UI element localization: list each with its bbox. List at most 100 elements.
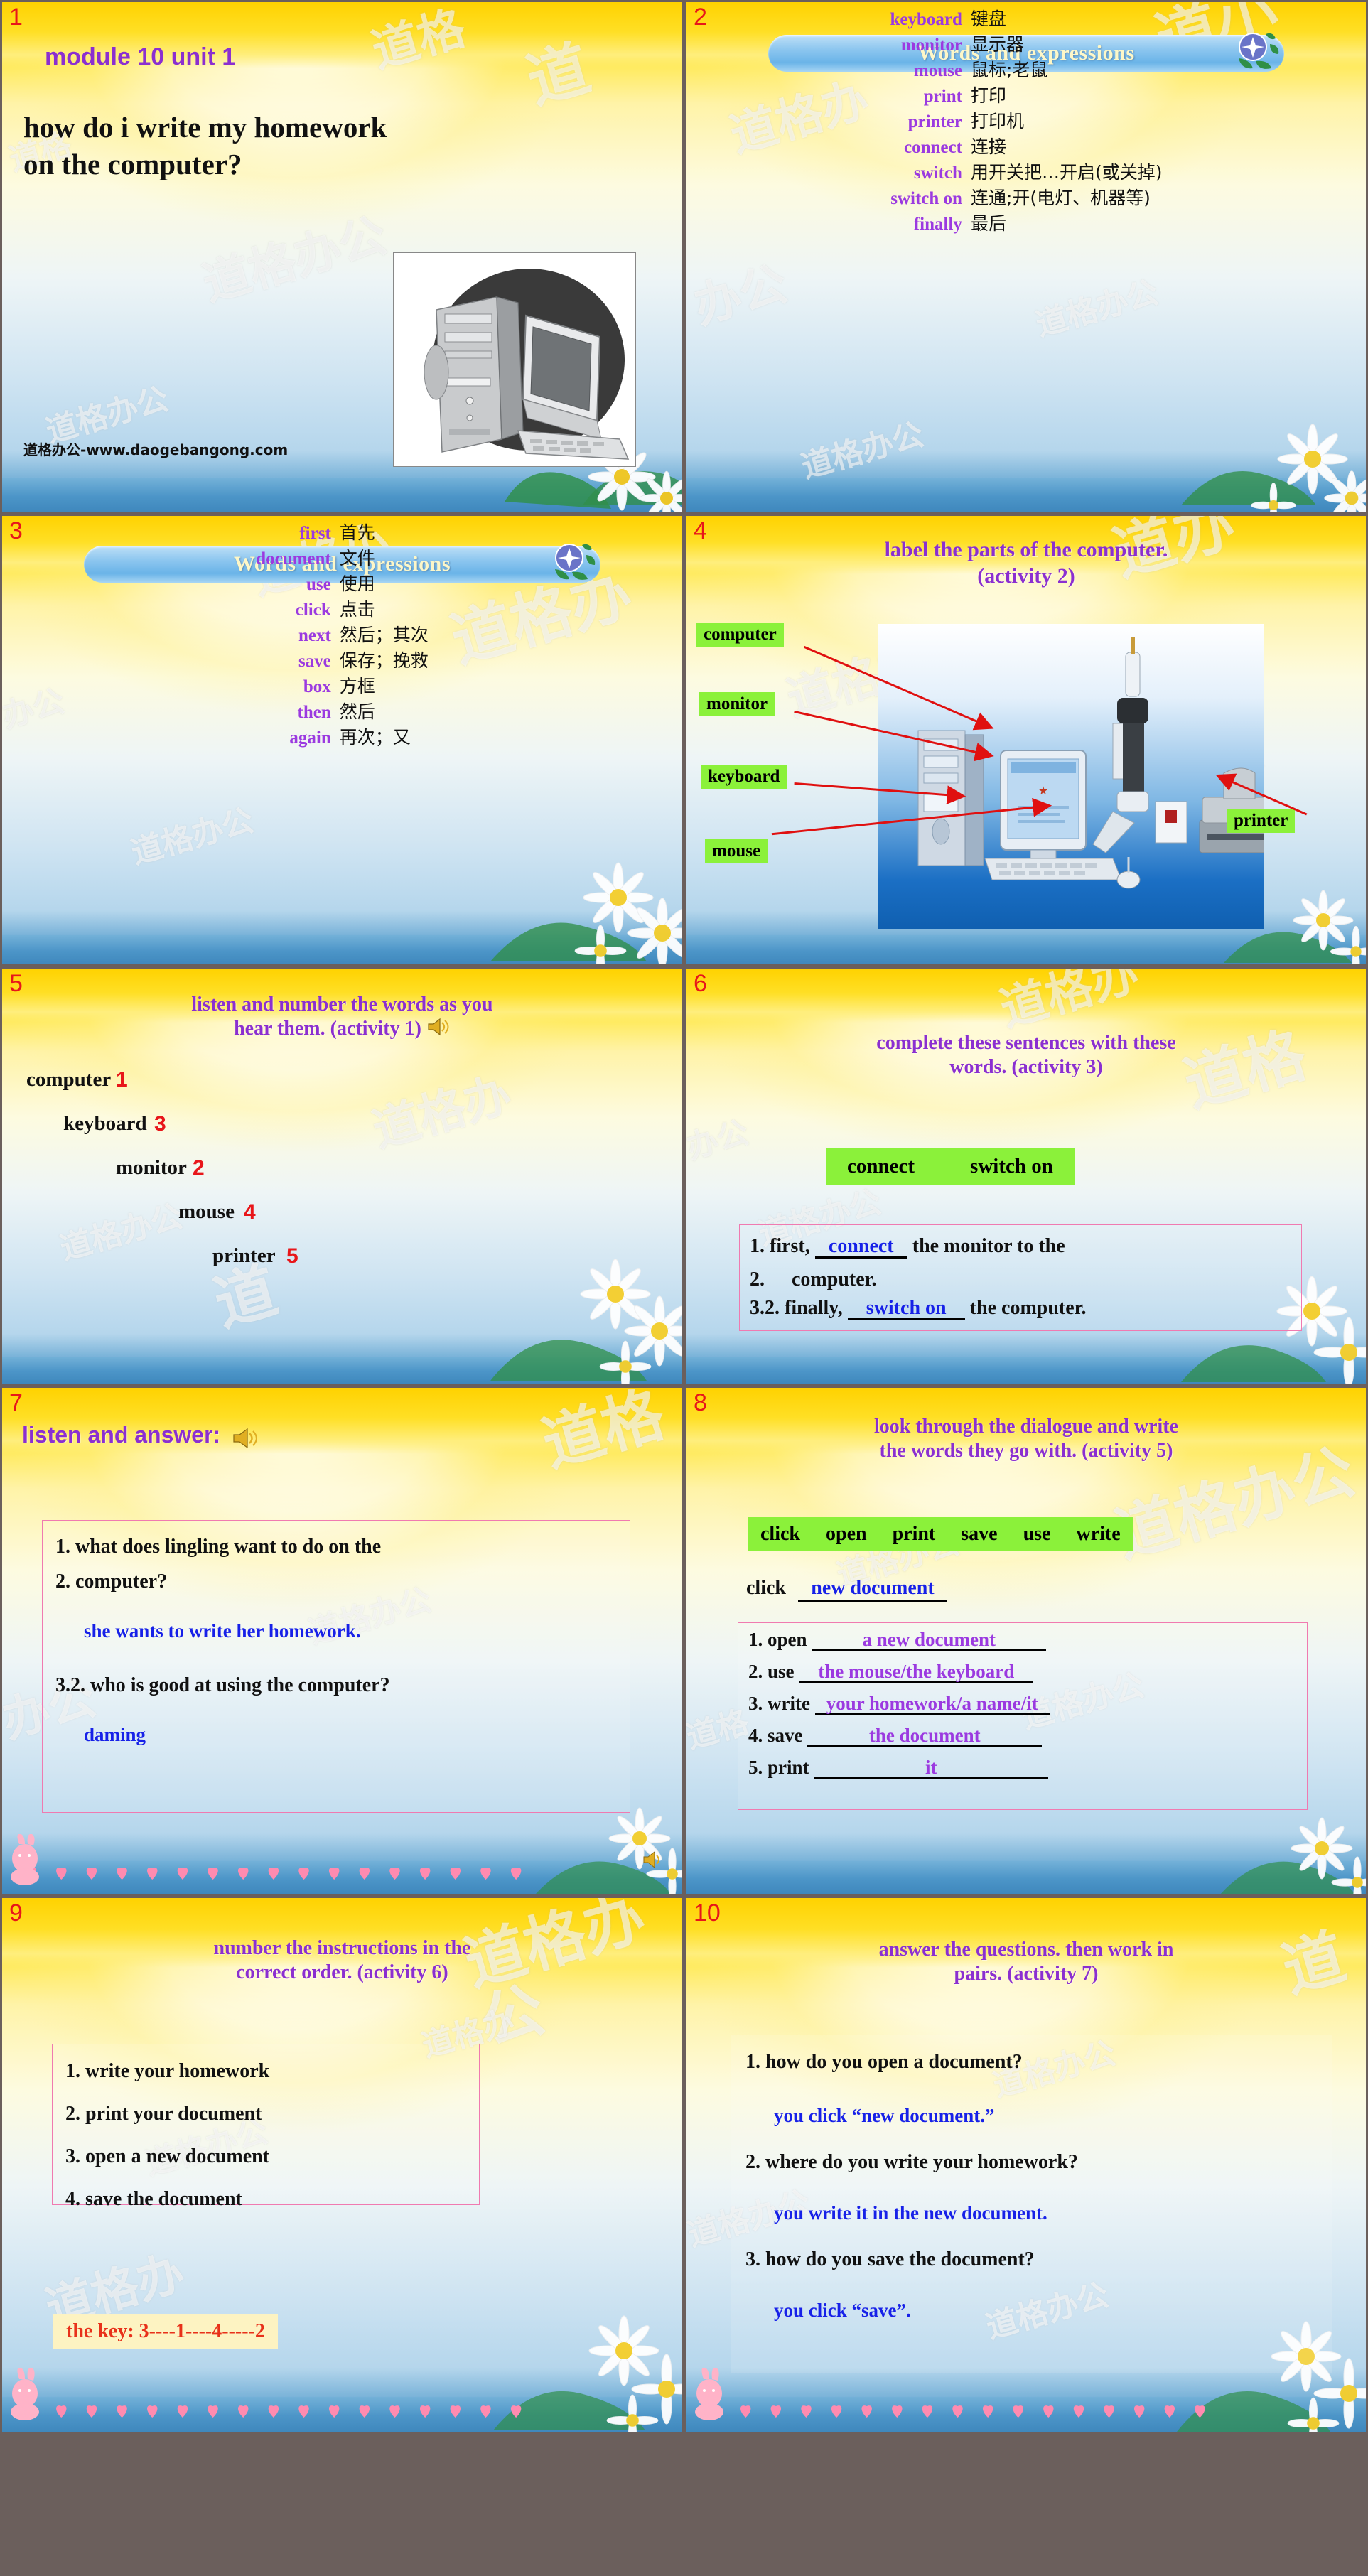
answer-key-text: the key: 3----1----4-----2 [66, 2320, 265, 2342]
question-3: 3. how do you save the document? [745, 2248, 1035, 2270]
row-index: 1. [748, 1629, 763, 1650]
cloze-pre: 2. [750, 1268, 765, 1290]
example-answer[interactable]: new document [798, 1577, 947, 1602]
speaker-icon-corner[interactable] [642, 1850, 664, 1872]
slide-title-line-2: the words they go with. (activity 5) [879, 1440, 1173, 1462]
hearts-decoration [26, 1868, 522, 1880]
answers-box: 1. first, connect the monitor to the 2. … [739, 1224, 1302, 1331]
slide-3[interactable]: 3 道格小 道格办 道格办公 办公 Words and expressions … [0, 514, 684, 966]
table-row: then 然后 [252, 698, 433, 723]
table-row: connect 连接 [886, 133, 1167, 158]
computer-tower-illustration [394, 253, 635, 466]
word-en: keyboard [890, 10, 962, 29]
watermark-text: 道格办公 [1032, 274, 1163, 344]
workstation-illustration: ★ [917, 637, 1280, 889]
speaker-icon[interactable] [232, 1427, 259, 1453]
watermark-text: 道格办公 [797, 416, 928, 486]
list-item[interactable]: 2. print your document [65, 2104, 466, 2124]
slide-title-line-1: label the parts of the computer. [884, 538, 1168, 561]
slide-2[interactable]: 2 道小 道格办 道格办公 办公 道格办公 Words and expressi… [684, 0, 1368, 514]
vocabulary-rows: first 首先 document 文件 use 使用 click 点击 next 然后；… [252, 519, 433, 749]
wordbank-item-print[interactable]: print [893, 1523, 936, 1546]
example-verb: click [746, 1577, 786, 1599]
table-row: 3. write your homework/a name/it [748, 1694, 1297, 1715]
cloze-answer[interactable]: connect [814, 1236, 907, 1259]
list-item: keyboard 3 [2, 1112, 682, 1156]
speaker-icon[interactable] [426, 1017, 451, 1043]
table-row: box 方框 [252, 672, 433, 698]
table-row: next 然后；其次 [252, 621, 433, 647]
list-item[interactable]: 3. open a new document [65, 2147, 466, 2167]
word-en: print [923, 87, 962, 106]
slide-9[interactable]: 9 道格办公 道格办公 道格办 道格办 number the instructi… [0, 1896, 684, 2434]
slide-title-line-2: on the computer? [23, 148, 242, 181]
row-answer[interactable]: the document [807, 1726, 1043, 1747]
row-verb: use [768, 1661, 795, 1682]
background-bottom-band [686, 1860, 1366, 1894]
label-mouse[interactable]: mouse [705, 839, 768, 863]
table-row: click 点击 [252, 596, 433, 621]
word-bank: connect switch on [826, 1148, 1075, 1185]
word-en: document [256, 549, 331, 568]
label-computer[interactable]: computer [696, 623, 784, 647]
background-bottom-band [686, 1357, 1366, 1384]
word-cn: 方框 [339, 676, 375, 696]
table-row: switch on 连通;开(电灯、机器等) [886, 184, 1167, 210]
wordbank-item-connect[interactable]: connect [847, 1155, 915, 1178]
answer-line-1: she wants to write her homework. [84, 1620, 361, 1642]
slide-5[interactable]: 5 道格办 道格办公 道 listen and number the words… [0, 966, 684, 1386]
label-monitor[interactable]: monitor [699, 692, 775, 716]
slide-1[interactable]: 1 道格 道 道格 道格办公 道格办 道格办公 module 10 unit 1… [0, 0, 684, 514]
slide-10[interactable]: 10 道 道格办公 道格办公 道格办公 answer the questions… [684, 1896, 1368, 2434]
row-verb: save [768, 1725, 803, 1746]
label-printer[interactable]: printer [1227, 809, 1296, 833]
slide-6[interactable]: 6 道格办 道格 道格办公 办公 complete these sentence… [684, 966, 1368, 1386]
wordbank-item-click[interactable]: click [760, 1523, 800, 1546]
word-en: box [303, 677, 331, 696]
word-cn: 保存；挽救 [339, 650, 429, 671]
slide-number: 3 [9, 517, 23, 544]
word-en: use [306, 575, 331, 594]
word-cn: 连接 [970, 136, 1006, 157]
wordbank-item-use[interactable]: use [1023, 1523, 1051, 1546]
slide-4[interactable]: 4 道办 道格办 办公 道格办公 label the parts of the … [684, 514, 1368, 966]
row-answer[interactable]: your homework/a name/it [814, 1694, 1050, 1715]
word-bank: click open print save use write [748, 1517, 1133, 1551]
word-en: first [299, 524, 331, 543]
row-answer[interactable]: a new document [812, 1630, 1047, 1651]
list-item[interactable]: 1. write your homework [65, 2062, 466, 2081]
word-cn: 然后 [339, 701, 375, 722]
slide-title: label the parts of the computer. (activi… [686, 537, 1366, 589]
collocation-box: 1. open a new document 2. use the mouse/… [738, 1622, 1308, 1810]
wordbank-item-write[interactable]: write [1077, 1523, 1121, 1546]
word-cn: 最后 [970, 213, 1006, 234]
cloze-answer[interactable]: switch on [847, 1298, 965, 1320]
wordbank-item-save[interactable]: save [961, 1523, 997, 1546]
vocabulary-table: keyboard 键盘 monitor 显示器 mouse 鼠标;老鼠 print 打印… [886, 5, 1167, 235]
row-answer[interactable]: the mouse/the keyboard [799, 1662, 1034, 1683]
vocabulary-rows: keyboard 键盘 monitor 显示器 mouse 鼠标;老鼠 print 打印… [886, 5, 1167, 235]
hearts-decoration [710, 2405, 1205, 2418]
wordbank-item-open[interactable]: open [826, 1523, 867, 1546]
slide-number: 9 [9, 1899, 23, 1926]
word-en: monitor [900, 36, 962, 55]
answer-line-2: daming [84, 1723, 146, 1745]
label-keyboard[interactable]: keyboard [701, 765, 787, 789]
word-cn: 首先 [339, 522, 375, 543]
word-label: mouse [178, 1200, 235, 1223]
vocabulary-table: first 首先 document 文件 use 使用 click 点击 next 然后；… [252, 519, 433, 749]
cloze-pre: 1. first, [750, 1235, 810, 1257]
slide-title-line-1: answer the questions. then work in [878, 1939, 1174, 1961]
word-number: 5 [286, 1244, 298, 1268]
wordbank-item-switch-on[interactable]: switch on [970, 1155, 1053, 1178]
slide-7[interactable]: 7 道格 道格办公 办公 listen and answer: 1. what … [0, 1386, 684, 1896]
row-answer[interactable]: it [814, 1758, 1049, 1779]
slide-grid: 1 道格 道 道格 道格办公 道格办 道格办公 module 10 unit 1… [0, 0, 1368, 2576]
list-item[interactable]: 4. save the document [65, 2189, 466, 2209]
word-cn: 再次；又 [339, 727, 411, 748]
list-item: mouse 4 [2, 1200, 682, 1244]
slide-8[interactable]: 8 道格办公 道格办公 道格办公 道格 look through the dia… [684, 1386, 1368, 1896]
slide-title-line-1: number the instructions in the [213, 1937, 471, 1959]
slide-title-line-2-text: hear them. (activity 1) [234, 1018, 421, 1040]
question-line-3: 3.2. who is good at using the computer? [55, 1674, 390, 1697]
